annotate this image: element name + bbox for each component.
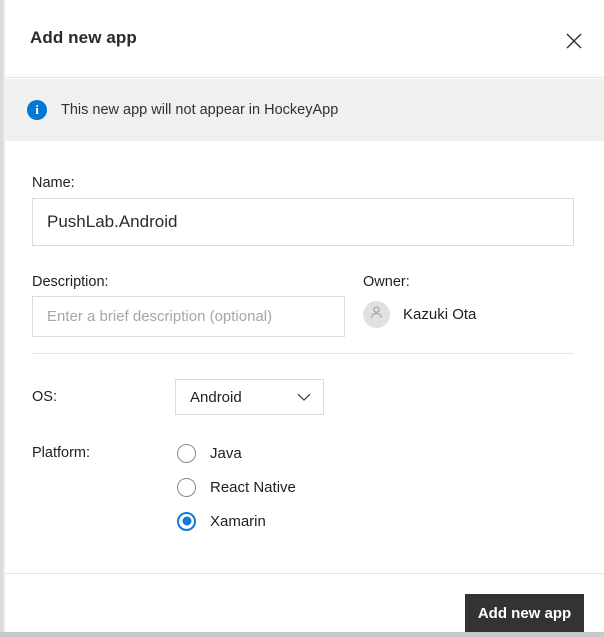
info-banner: i This new app will not appear in Hockey… — [5, 79, 604, 141]
platform-label: Platform: — [32, 445, 91, 461]
radio-option-react-native[interactable]: React Native — [177, 470, 296, 504]
info-banner-text: This new app will not appear in HockeyAp… — [61, 102, 339, 118]
radio-label: Xamarin — [210, 512, 266, 530]
owner-value: Kazuki Ota — [363, 301, 476, 328]
dialog-header: Add new app — [5, 0, 604, 78]
radio-icon — [177, 443, 196, 463]
dialog-body: Name: Description: Owner: Kazuki Ota OS:… — [5, 141, 604, 573]
os-select-value: Android — [190, 388, 242, 406]
description-input[interactable] — [32, 296, 345, 337]
close-button[interactable] — [554, 22, 594, 60]
name-label: Name: — [32, 175, 75, 191]
panel-bottom-edge — [0, 632, 604, 637]
avatar — [363, 301, 390, 328]
radio-icon-selected — [177, 511, 196, 531]
radio-label: React Native — [210, 478, 296, 496]
add-new-app-button[interactable]: Add new app — [465, 594, 584, 633]
radio-option-java[interactable]: Java — [177, 436, 296, 470]
info-icon: i — [27, 100, 47, 120]
page-title: Add new app — [30, 28, 137, 47]
owner-label: Owner: — [363, 274, 410, 290]
radio-label: Java — [210, 444, 242, 462]
chevron-down-icon — [297, 393, 311, 402]
person-icon — [368, 304, 385, 326]
close-icon — [564, 31, 584, 51]
os-select[interactable]: Android — [175, 379, 324, 415]
description-label: Description: — [32, 274, 109, 290]
section-divider — [32, 353, 574, 354]
radio-option-xamarin[interactable]: Xamarin — [177, 504, 296, 538]
radio-icon — [177, 477, 196, 497]
add-new-app-dialog: Add new app i This new app will not appe… — [0, 0, 604, 637]
os-label: OS: — [32, 389, 57, 405]
platform-radio-group: Java React Native Xamarin — [177, 436, 296, 538]
dialog-footer: Add new app — [5, 573, 604, 633]
owner-name: Kazuki Ota — [403, 306, 477, 323]
name-input[interactable] — [32, 198, 574, 246]
